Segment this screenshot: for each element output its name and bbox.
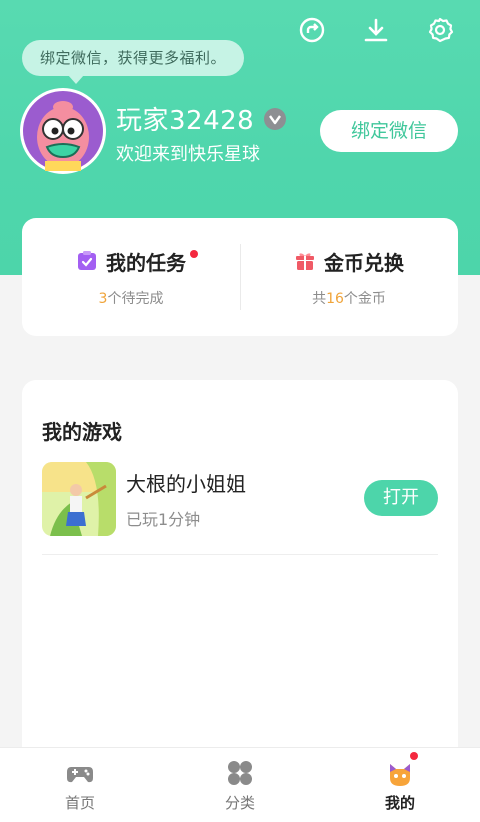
coin-suffix: 个金币 xyxy=(343,290,386,307)
game-list-item[interactable]: 大根的小姐姐 已玩1分钟 打开 xyxy=(42,462,438,555)
nav-category-label: 分类 xyxy=(224,794,255,812)
avatar[interactable] xyxy=(20,88,106,174)
vip-badge-icon[interactable] xyxy=(264,107,287,130)
welcome-text: 欢迎来到快乐星球 xyxy=(116,144,260,165)
bind-wechat-button[interactable]: 绑定微信 xyxy=(320,110,458,152)
section-title: 我的游戏 xyxy=(42,420,122,444)
download-icon[interactable] xyxy=(362,16,390,44)
mine-notification-dot xyxy=(410,752,418,760)
my-tasks-title: 我的任务 xyxy=(76,247,186,276)
username-text: 玩家32428 xyxy=(116,106,255,136)
task-notification-dot xyxy=(190,250,198,258)
task-icon xyxy=(78,251,96,270)
share-icon[interactable] xyxy=(298,16,326,44)
nav-home-label: 首页 xyxy=(64,794,95,812)
coin-exchange-button[interactable]: 金币兑换 共16个金币 xyxy=(240,218,458,336)
my-games-card: 我的游戏 大根的小姐姐 已玩1分钟 打开 xyxy=(22,380,458,780)
open-game-button[interactable]: 打开 xyxy=(364,480,438,516)
nav-mine[interactable]: 我的 xyxy=(320,748,480,822)
my-tasks-button[interactable]: 我的任务 3个待完成 xyxy=(22,218,240,336)
nav-category[interactable]: 分类 xyxy=(160,748,320,822)
tasks-suffix: 个待完成 xyxy=(107,290,164,307)
nav-home[interactable]: 首页 xyxy=(0,748,160,822)
nav-mine-label: 我的 xyxy=(384,794,415,812)
my-tasks-label: 我的任务 xyxy=(106,250,186,275)
tasks-pending: 3个待完成 xyxy=(99,288,164,308)
bind-wechat-tip: 绑定微信，获得更多福利。 xyxy=(22,40,245,84)
coin-exchange-title: 金币兑换 xyxy=(294,247,404,276)
game-thumbnail xyxy=(42,462,116,536)
coin-exchange-label: 金币兑换 xyxy=(324,250,404,275)
gamepad-icon xyxy=(67,767,93,783)
username: 玩家32428 xyxy=(116,100,287,137)
coin-balance: 共16个金币 xyxy=(312,288,386,308)
coin-prefix: 共 xyxy=(312,290,327,307)
bottom-navigation: 首页 分类 我的 xyxy=(0,747,480,822)
header-toolbar xyxy=(298,16,454,44)
game-name: 大根的小姐姐 xyxy=(126,472,246,496)
game-playtime: 已玩1分钟 xyxy=(126,510,201,529)
quick-actions-card: 我的任务 3个待完成 金币兑换 共16个金币 xyxy=(22,218,458,336)
grid-icon xyxy=(228,761,252,785)
settings-icon[interactable] xyxy=(426,16,454,44)
mine-icon xyxy=(390,764,410,786)
coin-count: 16 xyxy=(326,290,344,307)
gift-icon xyxy=(296,253,314,270)
